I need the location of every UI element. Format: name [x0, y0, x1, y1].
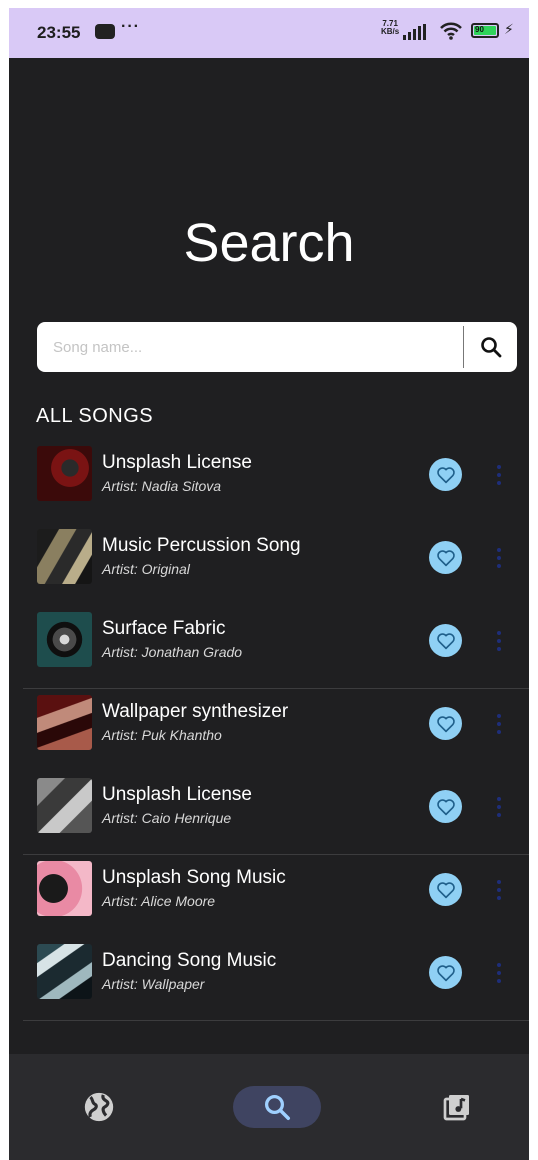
favorite-button[interactable]: [429, 624, 462, 657]
song-title: Surface Fabric: [102, 618, 226, 639]
song-artist: Artist: Alice Moore: [102, 893, 216, 909]
heart-icon: [436, 798, 455, 815]
wifi-icon: [440, 22, 462, 40]
section-title: ALL SONGS: [36, 405, 154, 427]
network-speed: 7.71 KB/s: [381, 20, 399, 36]
nav-search[interactable]: [233, 1086, 321, 1128]
favorite-button[interactable]: [429, 541, 462, 574]
more-options-button[interactable]: [492, 707, 506, 740]
song-title: Dancing Song Music: [102, 950, 277, 971]
charging-icon: ⚡: [504, 21, 514, 37]
status-bar: 23:55 ··· 7.71 KB/s 90 ⚡: [9, 8, 529, 58]
song-title: Unsplash License: [102, 784, 252, 805]
song-title: Unsplash License: [102, 452, 252, 473]
album-cover: [37, 529, 92, 584]
nav-library[interactable]: [429, 1086, 485, 1128]
battery-level: 90: [475, 25, 484, 34]
song-artist: Artist: Caio Henrique: [102, 810, 232, 826]
song-title: Wallpaper synthesizer: [102, 701, 289, 722]
message-icon: [95, 24, 115, 39]
heart-icon: [436, 466, 455, 483]
favorite-button[interactable]: [429, 956, 462, 989]
album-cover: [37, 612, 92, 667]
favorite-button[interactable]: [429, 873, 462, 906]
more-options-button[interactable]: [492, 956, 506, 989]
more-notifications-icon: ···: [121, 18, 140, 35]
bottom-navigation: [9, 1054, 529, 1160]
more-options-button[interactable]: [492, 624, 506, 657]
heart-icon: [436, 715, 455, 732]
list-item[interactable]: Surface Fabric Artist: Jonathan Grado: [9, 606, 529, 689]
search-icon: [264, 1094, 290, 1120]
battery-icon: 90: [471, 23, 499, 38]
list-item[interactable]: Wallpaper synthesizer Artist: Puk Khanth…: [9, 689, 529, 772]
list-item[interactable]: Dancing Song Music Artist: Wallpaper: [9, 938, 529, 1021]
more-options-button[interactable]: [492, 458, 506, 491]
song-title: Unsplash Song Music: [102, 867, 286, 888]
list-item[interactable]: Unsplash License Artist: Nadia Sitova: [9, 440, 529, 523]
more-options-button[interactable]: [492, 541, 506, 574]
globe-icon: [84, 1092, 114, 1122]
network-speed-unit: KB/s: [381, 27, 400, 36]
album-cover: [37, 861, 92, 916]
song-artist: Artist: Original: [102, 561, 190, 577]
heart-icon: [436, 549, 455, 566]
favorite-button[interactable]: [429, 790, 462, 823]
favorite-button[interactable]: [429, 458, 462, 491]
song-artist: Artist: Nadia Sitova: [102, 478, 222, 494]
song-artist: Artist: Puk Khantho: [102, 727, 222, 743]
more-options-button[interactable]: [492, 790, 506, 823]
album-cover: [37, 695, 92, 750]
search-button[interactable]: [464, 322, 517, 372]
more-options-button[interactable]: [492, 873, 506, 906]
list-item[interactable]: Music Percussion Song Artist: Original: [9, 523, 529, 606]
song-list: Unsplash License Artist: Nadia Sitova Mu…: [9, 440, 529, 1021]
search-bar: [37, 322, 517, 372]
signal-icon: [403, 24, 426, 40]
music-library-icon: [443, 1095, 469, 1121]
search-input[interactable]: [37, 322, 461, 372]
heart-icon: [436, 881, 455, 898]
list-item[interactable]: Unsplash Song Music Artist: Alice Moore: [9, 855, 529, 938]
heart-icon: [436, 632, 455, 649]
nav-explore[interactable]: [71, 1086, 127, 1128]
song-artist: Artist: Wallpaper: [102, 976, 205, 992]
album-cover: [37, 944, 92, 999]
album-cover: [37, 446, 92, 501]
app-screen: 23:55 ··· 7.71 KB/s 90 ⚡ Search Song nam…: [9, 8, 529, 1160]
favorite-button[interactable]: [429, 707, 462, 740]
page-title: Search: [183, 213, 355, 273]
list-item[interactable]: Unsplash License Artist: Caio Henrique: [9, 772, 529, 855]
heart-icon: [436, 964, 455, 981]
song-title: Music Percussion Song: [102, 535, 301, 556]
status-time: 23:55: [37, 23, 81, 42]
search-icon: [480, 337, 501, 358]
album-cover: [37, 778, 92, 833]
song-artist: Artist: Jonathan Grado: [102, 644, 243, 660]
